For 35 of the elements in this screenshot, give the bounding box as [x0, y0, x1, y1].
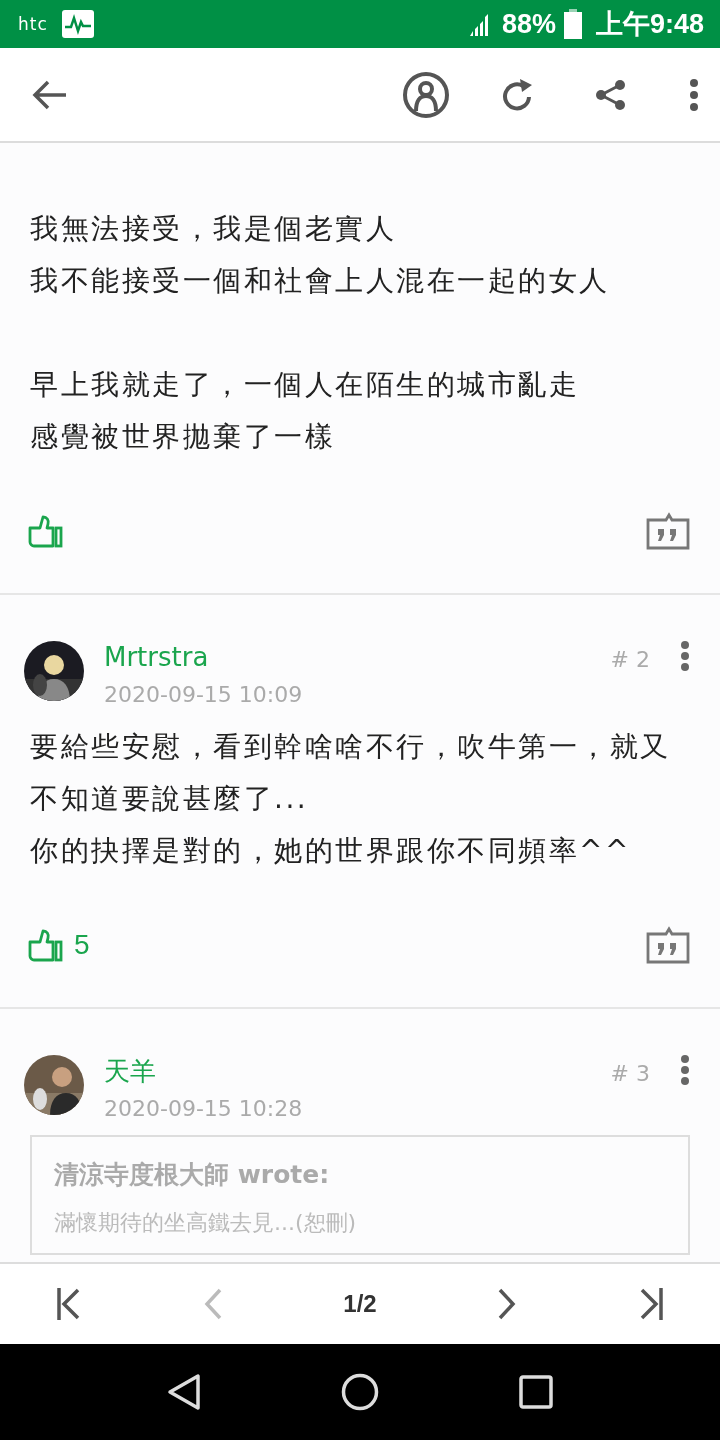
- post-text: 我無法接受，我是個老實人: [30, 211, 397, 247]
- quote-author: 清涼寺度根大師 wrote:: [54, 1159, 331, 1191]
- more-options-button[interactable]: [680, 1055, 690, 1085]
- like-button[interactable]: 5: [26, 928, 90, 962]
- more-options-button[interactable]: [680, 641, 690, 671]
- post-text: 你的抉擇是對的，她的世界跟你不同頻率^^: [30, 833, 632, 869]
- author-name[interactable]: 天羊: [104, 1055, 611, 1087]
- activity-icon: [61, 10, 94, 38]
- post-date: 2020-09-15 10:09: [104, 681, 304, 709]
- share-button[interactable]: [594, 77, 628, 112]
- last-page-button[interactable]: [638, 1287, 664, 1321]
- post-text: 早上我就走了，一個人在陌生的城市亂走: [30, 367, 580, 403]
- profile-button[interactable]: [402, 70, 450, 119]
- first-page-button[interactable]: [56, 1287, 82, 1321]
- author-name[interactable]: Mrtrstra: [104, 641, 611, 673]
- page-indicator: 1/2: [343, 1290, 377, 1318]
- quote-text: 滿懷期待的坐高鐵去見...(恕刪): [54, 1209, 358, 1237]
- battery-icon: [563, 9, 582, 39]
- like-button[interactable]: [26, 514, 64, 548]
- brand-logo: htc: [18, 14, 48, 34]
- next-page-button[interactable]: [497, 1288, 518, 1320]
- battery-level: 88%: [501, 8, 556, 40]
- post-date: 2020-09-15 10:28: [104, 1095, 304, 1123]
- more-options-button[interactable]: [688, 77, 700, 112]
- back-nav-button[interactable]: [167, 1373, 201, 1411]
- quote-button[interactable]: [646, 512, 690, 550]
- home-nav-button[interactable]: [341, 1373, 379, 1411]
- clock: 上午9:48: [595, 8, 704, 41]
- recents-nav-button[interactable]: [519, 1375, 553, 1409]
- floor-number: # 3: [610, 1061, 650, 1088]
- post-text: 要給些安慰，看到幹啥啥不行，吹牛第一，就又不知道要說甚麼了...: [30, 729, 672, 817]
- post-text: 感覺被世界拋棄了一樣: [30, 419, 336, 455]
- quote-button[interactable]: [646, 926, 690, 964]
- post-text: 我不能接受一個和社會上人混在一起的女人: [30, 263, 611, 299]
- floor-number: # 2: [610, 647, 650, 674]
